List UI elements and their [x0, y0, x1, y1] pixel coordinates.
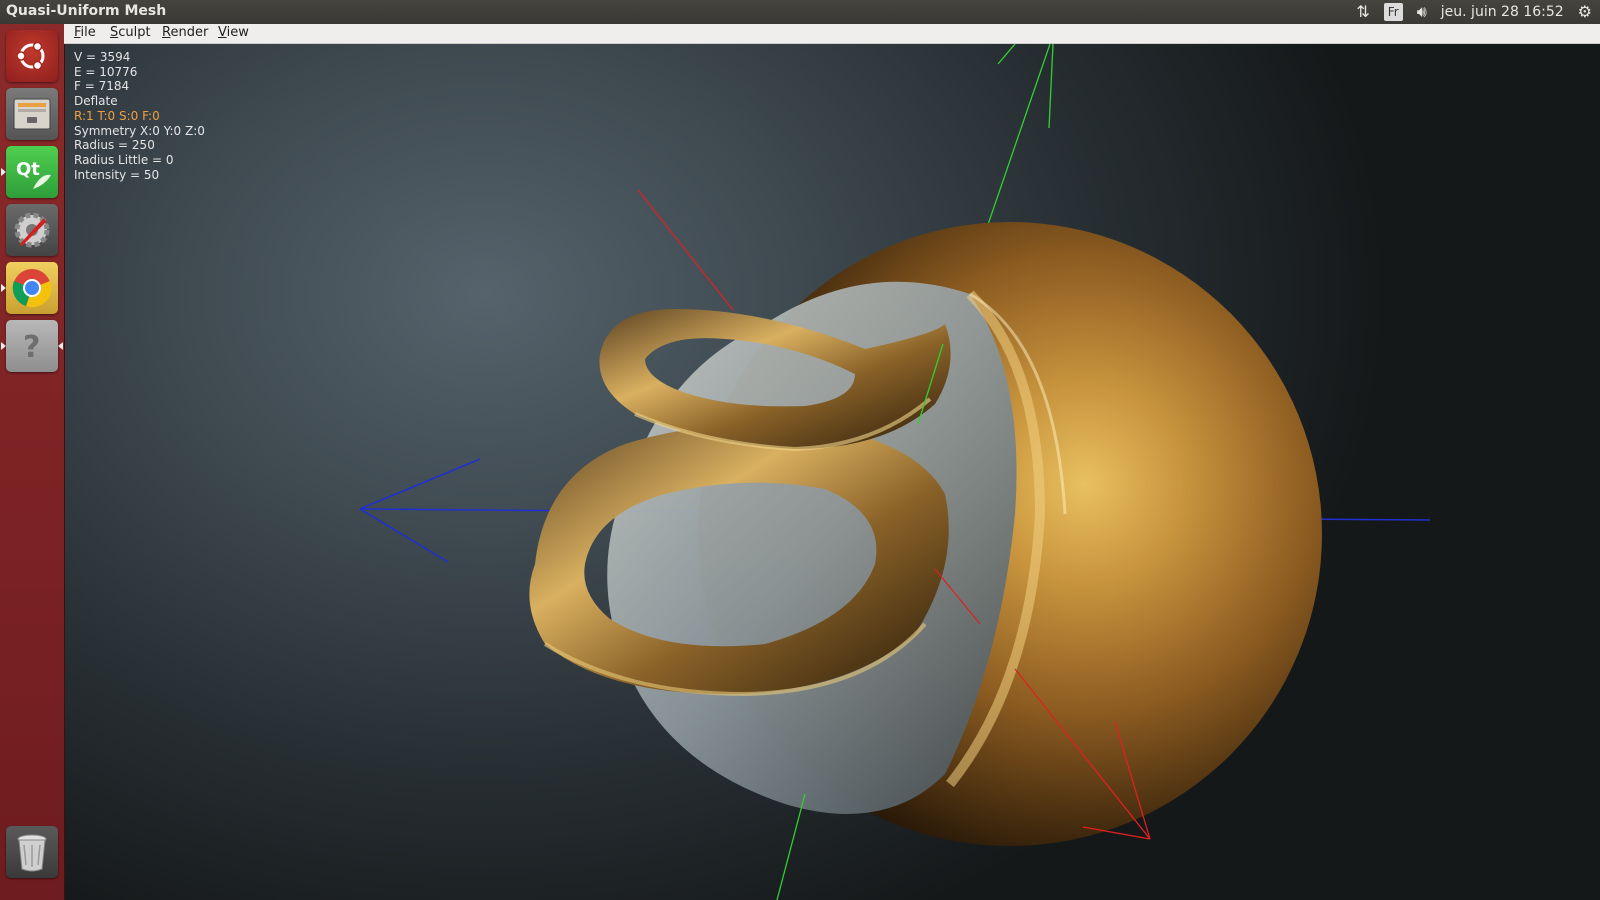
menu-file[interactable]: File: [74, 25, 96, 40]
menu-sculpt[interactable]: Sculpt: [110, 25, 151, 40]
network-arrows-icon[interactable]: ⇅: [1356, 2, 1369, 22]
trash-button[interactable]: [6, 826, 58, 878]
menu-view[interactable]: View: [218, 25, 249, 40]
face-count: F = 7184: [74, 79, 130, 94]
launcher: Qt ?: [0, 24, 65, 900]
ubuntu-dash-icon: [16, 41, 45, 71]
rtsf-status: R:1 T:0 S:0 F:0: [74, 108, 160, 123]
qt-creator-icon: Qt: [16, 159, 51, 189]
qt-creator-button[interactable]: Qt: [6, 146, 58, 198]
help-icon: ?: [23, 330, 40, 365]
intensity-value: Intensity = 50: [74, 167, 160, 182]
radius-little-value: Radius Little = 0: [74, 152, 174, 167]
files-icon: [13, 98, 51, 130]
system-settings-button[interactable]: [6, 204, 58, 256]
top-panel: Quasi-Uniform Mesh ⇅ Fr 🔊︎ jeu. juin 28 …: [0, 0, 1600, 24]
symmetry-status: Symmetry X:0 Y:0 Z:0: [74, 123, 205, 138]
keyboard-layout-indicator[interactable]: Fr: [1383, 3, 1403, 21]
system-settings-icon: [14, 212, 50, 248]
current-tool: Deflate: [74, 94, 118, 109]
window-title: Quasi-Uniform Mesh: [6, 3, 167, 19]
menu-bar: File Sculpt Render View: [64, 24, 1600, 44]
gear-icon[interactable]: ⚙: [1578, 2, 1592, 22]
system-tray: ⇅ Fr 🔊︎ jeu. juin 28 16:52 ⚙: [1356, 2, 1592, 22]
mesh-stats-overlay: V = 3594 E = 10776 F = 7184 Deflate R:1 …: [74, 50, 205, 182]
menu-render[interactable]: Render: [162, 25, 208, 40]
3d-viewport[interactable]: V = 3594 E = 10776 F = 7184 Deflate R:1 …: [65, 44, 1600, 900]
radius-value: Radius = 250: [74, 138, 155, 153]
clock[interactable]: jeu. juin 28 16:52: [1441, 4, 1564, 20]
svg-text:?: ?: [23, 330, 40, 365]
volume-icon[interactable]: 🔊︎: [1417, 2, 1427, 22]
edge-count: E = 10776: [74, 64, 138, 79]
mesh-scene[interactable]: [65, 44, 1600, 900]
svg-text:Qt: Qt: [16, 159, 40, 180]
chrome-icon: [12, 269, 52, 308]
ubuntu-dash-button[interactable]: [6, 30, 58, 82]
vertex-count: V = 3594: [74, 50, 131, 64]
sculpt-mesh[interactable]: [529, 222, 1322, 846]
trash-icon: [17, 834, 47, 872]
chrome-button[interactable]: [6, 262, 58, 314]
help-button[interactable]: ?: [6, 320, 58, 372]
files-button[interactable]: [6, 88, 58, 140]
